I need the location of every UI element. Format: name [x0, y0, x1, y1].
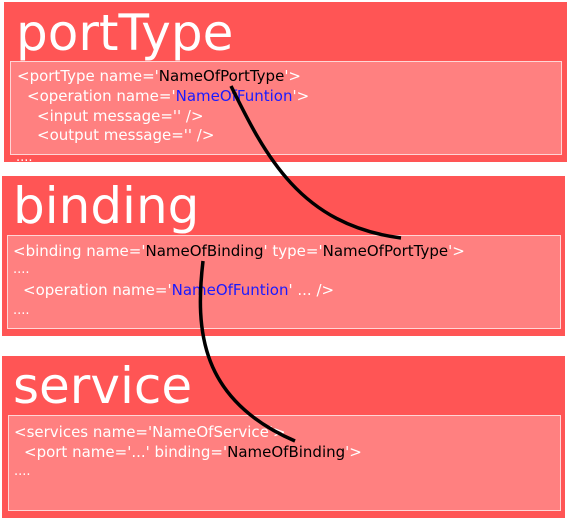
operation-name-value: NameOfFuntion	[175, 87, 293, 105]
porttype-line-3: <input message='' />	[37, 107, 204, 125]
binding-name-value: NameOfBinding	[145, 242, 264, 260]
operation-tag-open: <operation name='	[27, 87, 176, 105]
binding-type-value: NameOfPortType	[322, 242, 449, 260]
service-line-1: <services name='NameOfService'>	[14, 423, 286, 441]
binding-tag-open: <binding name='	[13, 242, 146, 260]
service-section: service <services name='NameOfService'> …	[2, 356, 565, 518]
service-line-2: <port name='...' binding='NameOfBinding'…	[24, 445, 362, 460]
operation-tag-close: '>	[292, 87, 310, 105]
porttype-line-2: <operation name='NameOfFuntion'>	[27, 89, 309, 104]
binding-code-box: <binding name='NameOfBinding' type='Name…	[7, 235, 561, 329]
binding-line-1: <binding name='NameOfBinding' type='Name…	[13, 244, 465, 259]
binding-line-4: ....	[13, 303, 30, 318]
porttype-title: portType	[16, 4, 234, 62]
service-code-box: <services name='NameOfService'> <port na…	[8, 415, 561, 511]
porttype-section: portType <portType name='NameOfPortType'…	[4, 2, 567, 165]
porttype-tag-open: <portType name='	[17, 67, 159, 85]
porttype-name-value: NameOfPortType	[158, 67, 285, 85]
binding-operation-tag-close: ' ... />	[288, 281, 335, 299]
binding-tag-close: '>	[448, 242, 465, 260]
binding-operation-tag-open: <operation name='	[23, 281, 172, 299]
binding-type-attr: ' type='	[263, 242, 323, 260]
binding-line-3: <operation name='NameOfFuntion' ... />	[23, 283, 334, 298]
porttype-tag-close: '>	[284, 67, 302, 85]
binding-title: binding	[13, 177, 200, 235]
service-title: service	[13, 357, 193, 415]
porttype-line-5: ....	[16, 150, 33, 165]
port-tag-open: <port name='...' binding='	[24, 443, 228, 461]
port-tag-close: '>	[345, 443, 362, 461]
porttype-line-4: <output message='' />	[37, 126, 215, 144]
binding-operation-name-value: NameOfFuntion	[171, 281, 289, 299]
binding-section: binding <binding name='NameOfBinding' ty…	[2, 176, 565, 336]
binding-line-2: ....	[13, 262, 30, 277]
port-binding-value: NameOfBinding	[227, 443, 346, 461]
porttype-code-box: <portType name='NameOfPortType'> <operat…	[10, 61, 562, 155]
porttype-line-1: <portType name='NameOfPortType'>	[17, 69, 301, 84]
service-line-3: ....	[14, 464, 31, 479]
